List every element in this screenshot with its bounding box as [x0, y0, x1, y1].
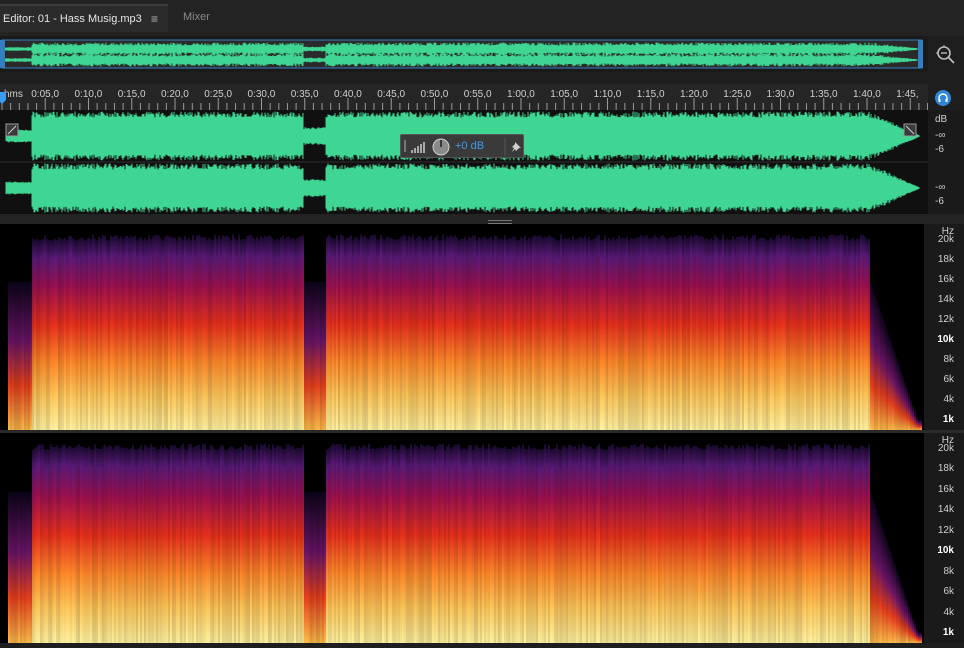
db-inf-label: -∞ — [935, 130, 946, 141]
hz-tick-label: 12k — [937, 314, 954, 325]
ruler-tick-label: 1:30,0 — [766, 89, 795, 100]
ruler-tick-label: 1:35,0 — [809, 89, 838, 100]
ruler-tick-label: 0:50,0 — [420, 89, 449, 100]
ruler-tick-label: 0:45,0 — [377, 89, 406, 100]
db-unit-label: dB — [935, 114, 948, 125]
playhead-marker-icon[interactable] — [0, 92, 8, 104]
waveform-editor[interactable] — [0, 110, 928, 214]
headphones-icon[interactable] — [935, 90, 951, 106]
amplitude-scale: dB -∞ -6 -∞ -6 — [928, 110, 964, 214]
hz-tick-label: 8k — [943, 354, 954, 365]
tab-editor-label: Editor: 01 - Hass Musig.mp3 — [3, 13, 142, 25]
pin-icon[interactable] — [511, 141, 523, 153]
ruler-tick-label: 1:45, — [896, 89, 919, 100]
panel-divider[interactable] — [0, 214, 964, 224]
ruler-tick-label: 0:30,0 — [247, 89, 276, 100]
frequency-scale-1: Hz 20k 18k 16k 14k 12k 10k 8k 6k 4k 1k — [924, 224, 964, 430]
db-minus6-label-ch2: -6 — [935, 196, 944, 207]
spectrogram-channel-1[interactable] — [0, 224, 924, 430]
tab-menu-icon[interactable]: ≡ — [151, 12, 158, 26]
tab-editor[interactable]: Editor: 01 - Hass Musig.mp3 ≡ — [0, 4, 168, 32]
hz-tick-label: 4k — [943, 394, 954, 405]
spectrogram-channel-2[interactable] — [0, 433, 924, 643]
frequency-scale-2: Hz 20k 18k 16k 14k 12k 10k 8k 6k 4k 1k — [924, 433, 964, 643]
ruler-tick-label: 0:20,0 — [161, 89, 189, 100]
hz-tick-label: 18k — [937, 463, 954, 475]
hz-tick-label: 14k — [937, 504, 954, 516]
hz-tick-label: 10k — [937, 334, 954, 345]
spectrogram-graphic-1 — [0, 224, 924, 430]
hz-tick-label: 16k — [937, 274, 954, 285]
overview-waveform-graphic — [0, 39, 923, 69]
ruler-tick-label: 0:40,0 — [334, 89, 362, 100]
ruler-tick-label: 1:10,0 — [593, 89, 622, 100]
hz-tick-label: 16k — [937, 483, 954, 495]
ruler-tick-label: 1:20,0 — [680, 89, 708, 100]
hz-tick-label: 1k — [942, 414, 954, 425]
ruler-tick-label: 1:15,0 — [636, 89, 665, 100]
ruler-tick-label: 0:05,0 — [31, 89, 60, 100]
ruler-tick-label: 1:40,0 — [853, 89, 881, 100]
ruler-tick-label: 0:55,0 — [463, 89, 492, 100]
ruler-tick-label: 1:00,0 — [507, 89, 535, 100]
zoom-icon[interactable] — [933, 42, 957, 66]
hz-tick-label: 14k — [937, 294, 954, 305]
ruler-tick-label: 0:35,0 — [290, 89, 319, 100]
hz-tick-label: 6k — [943, 374, 954, 385]
db-inf-label-ch2: -∞ — [935, 182, 946, 193]
hz-tick-label: 20k — [937, 443, 954, 454]
hz-tick-label: 10k — [937, 545, 954, 557]
volume-hud[interactable]: +0 dB — [400, 134, 524, 158]
volume-value[interactable]: +0 dB — [455, 140, 484, 152]
hz-tick-label: 4k — [943, 606, 954, 618]
hz-tick-label: 20k — [937, 234, 954, 245]
ruler-tick-label: 0:10,0 — [74, 89, 103, 100]
ruler-tick-label: 1:25,0 — [723, 89, 752, 100]
db-minus6-label: -6 — [935, 144, 944, 155]
spectrogram-graphic-2 — [0, 433, 924, 643]
ruler-tick-label: 0:15,0 — [117, 89, 146, 100]
hz-tick-label: 8k — [943, 565, 954, 577]
hz-tick-label: 6k — [943, 586, 954, 598]
hz-tick-label: 18k — [937, 254, 954, 265]
hz-tick-label: 12k — [937, 524, 954, 536]
ruler-tick-label: 1:05,0 — [550, 89, 579, 100]
tab-mixer[interactable]: Mixer — [183, 11, 210, 23]
timeline-ruler[interactable]: hms 0:05,0 0:10,0 0:15,0 0:20,0 0:25,0 0:30,0… — [0, 84, 928, 110]
overview-waveform[interactable] — [0, 36, 928, 72]
ruler-tick-label: 0:25,0 — [204, 89, 233, 100]
waveform-graphic — [0, 111, 928, 213]
hz-tick-label: 1k — [942, 627, 954, 638]
